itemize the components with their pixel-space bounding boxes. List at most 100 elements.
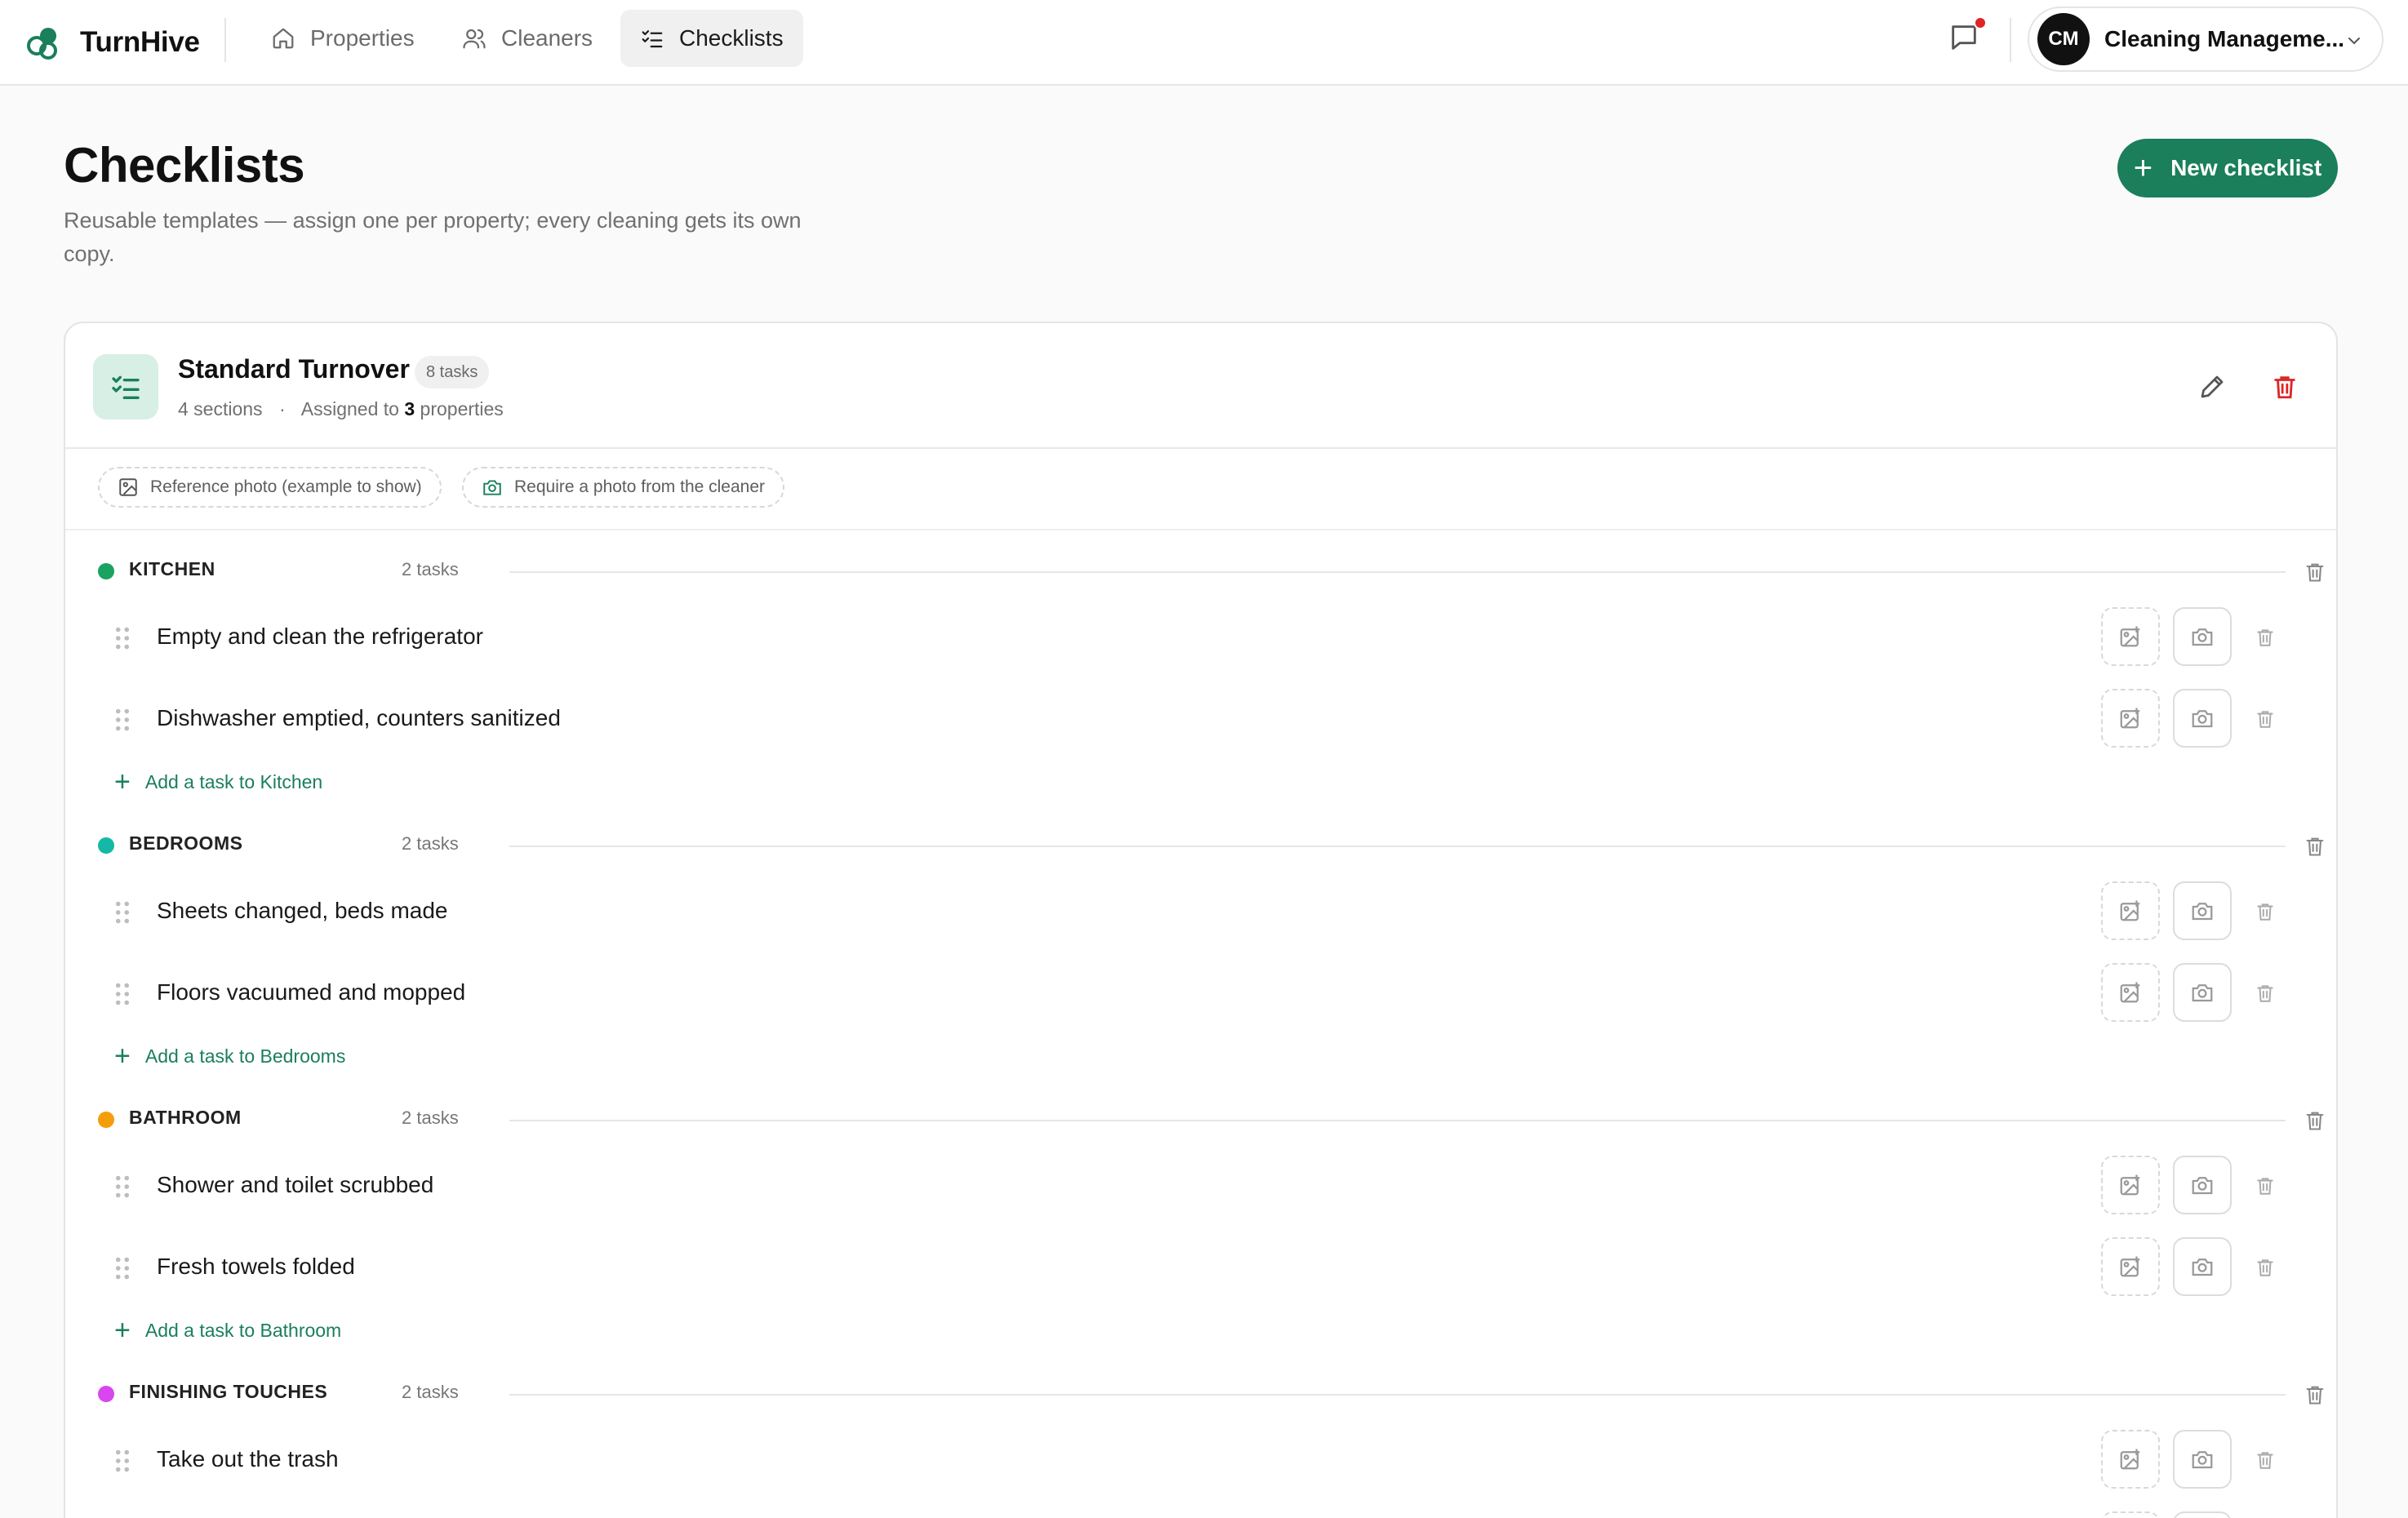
messages-button[interactable] [1948,16,1987,54]
delete-task-icon[interactable] [2255,1448,2276,1472]
require-photo-toggle[interactable] [2173,1156,2232,1214]
image-plus-icon [2120,1256,2140,1277]
add-reference-photo-button[interactable] [2101,1430,2160,1489]
add-task-button[interactable]: + Add a task to Kitchen [114,766,322,798]
image-plus-icon [2120,982,2140,1003]
camera-icon [483,480,501,495]
task-label[interactable]: Take out the trash [157,1446,339,1472]
plus-icon: + [114,1041,131,1072]
delete-task-icon[interactable] [2255,1255,2276,1280]
require-photo-toggle[interactable] [2173,1430,2232,1489]
home-icon [273,28,294,49]
task-row[interactable]: Take out the trash [114,1430,2318,1489]
drag-handle-icon[interactable] [114,627,131,650]
section-name[interactable]: BEDROOMS [129,832,242,854]
require-photo-toggle[interactable] [2173,1511,2232,1518]
delete-task-icon[interactable] [2255,1174,2276,1198]
camera-icon [2192,984,2213,1002]
user-menu[interactable]: CM Cleaning Manageme... [2028,7,2384,72]
add-reference-photo-button[interactable] [2101,689,2160,748]
require-photo-toggle[interactable] [2173,1237,2232,1296]
require-photo-toggle[interactable] [2173,689,2232,748]
require-photo-toggle[interactable] [2173,607,2232,666]
task-label[interactable]: Empty and clean the refrigerator [157,624,483,650]
camera-icon [2192,1258,2213,1276]
image-plus-icon [2120,1449,2140,1470]
assigned-prefix: Assigned to [300,398,399,419]
add-reference-photo-button[interactable] [2101,1156,2160,1214]
add-reference-photo-button[interactable] [2101,607,2160,666]
nav-checklists-label: Checklists [679,25,784,51]
delete-task-icon[interactable] [2255,625,2276,650]
task-label[interactable]: Sheets changed, beds made [157,898,447,924]
image-plus-icon [2120,1174,2140,1196]
add-task-button[interactable]: + Add a task to Bathroom [114,1314,341,1347]
task-label[interactable]: Floors vacuumed and mopped [157,979,465,1005]
drag-handle-icon[interactable] [114,1175,131,1198]
delete-section-icon[interactable] [2304,1108,2326,1133]
checklist-title[interactable]: Standard Turnover [178,354,410,384]
checklist-card-header: Standard Turnover 8 tasks 4 sections · A… [65,323,2336,449]
task-row[interactable]: Empty and clean the refrigerator [114,607,2318,666]
add-reference-photo-button[interactable] [2101,1511,2160,1518]
sections-count: 4 sections [178,398,263,419]
section-task-count: 2 tasks [402,1382,459,1402]
user-name: Cleaning Manageme... [2104,26,2345,51]
checklist-meta: 4 sections · Assigned to 3 properties [178,398,504,420]
section-name[interactable]: FINISHING TOUCHES [129,1381,327,1403]
task-row[interactable]: Fresh towels folded [114,1237,2318,1296]
delete-task-icon[interactable] [2255,707,2276,731]
task-label[interactable]: Dishwasher emptied, counters sanitized [157,705,561,731]
checklist-card: Standard Turnover 8 tasks 4 sections · A… [64,322,2338,1518]
new-checklist-button[interactable]: + New checklist [2117,139,2338,198]
task-row[interactable]: Floors vacuumed and mopped [114,963,2318,1022]
pencil-icon[interactable] [2197,372,2227,402]
nav-checklists[interactable]: Checklists [620,10,803,67]
task-row[interactable]: Shower and toilet scrubbed [114,1156,2318,1214]
nav-properties[interactable]: Properties [251,10,434,67]
delete-section-icon[interactable] [2304,1383,2326,1407]
delete-section-icon[interactable] [2304,834,2326,859]
require-photo-toggle[interactable] [2173,881,2232,940]
drag-handle-icon[interactable] [114,1257,131,1280]
assigned-suffix: properties [420,398,504,419]
add-task-label: Add a task to Bathroom [144,1319,342,1341]
drag-handle-icon[interactable] [114,983,131,1005]
drag-handle-icon[interactable] [114,901,131,924]
task-count-badge: 8 tasks [415,356,490,388]
section-header: BATHROOM 2 tasks [98,1103,2324,1136]
add-reference-photo-button[interactable] [2101,881,2160,940]
chevron-down-icon [2348,38,2360,45]
task-label[interactable]: Fresh towels folded [157,1254,355,1280]
section-divider [509,1120,2286,1121]
section-name[interactable]: BATHROOM [129,1107,242,1129]
delete-checklist-icon[interactable] [2271,372,2299,402]
add-reference-photo-button[interactable] [2101,963,2160,1022]
task-row[interactable]: Dishwasher emptied, counters sanitized [114,689,2318,748]
delete-section-icon[interactable] [2304,560,2326,584]
add-reference-photo-button[interactable] [2101,1237,2160,1296]
task-row[interactable]: Sheets changed, beds made [114,881,2318,940]
require-photo-toggle[interactable] [2173,963,2232,1022]
camera-icon [2192,628,2213,646]
legend-reference-photo: Reference photo (example to show) [98,467,442,508]
nav-cleaners[interactable]: Cleaners [442,10,612,67]
page-title: Checklists [64,138,305,193]
delete-task-icon[interactable] [2255,981,2276,1005]
section-color-dot [98,563,114,579]
brand[interactable]: TurnHive [24,20,200,65]
task-label[interactable]: Shower and toilet scrubbed [157,1172,433,1198]
section-task-count: 2 tasks [402,559,459,579]
nav-divider-right [2010,18,2011,62]
section-name[interactable]: KITCHEN [129,558,215,580]
section-header: BEDROOMS 2 tasks [98,829,2324,862]
camera-icon [2192,903,2213,921]
drag-handle-icon[interactable] [114,1449,131,1472]
delete-task-icon[interactable] [2255,899,2276,924]
section-task-count: 2 tasks [402,833,459,854]
camera-icon [2192,1451,2213,1469]
add-task-button[interactable]: + Add a task to Bedrooms [114,1040,345,1072]
drag-handle-icon[interactable] [114,708,131,731]
brand-name: TurnHive [80,26,200,58]
section-task-count: 2 tasks [402,1107,459,1128]
